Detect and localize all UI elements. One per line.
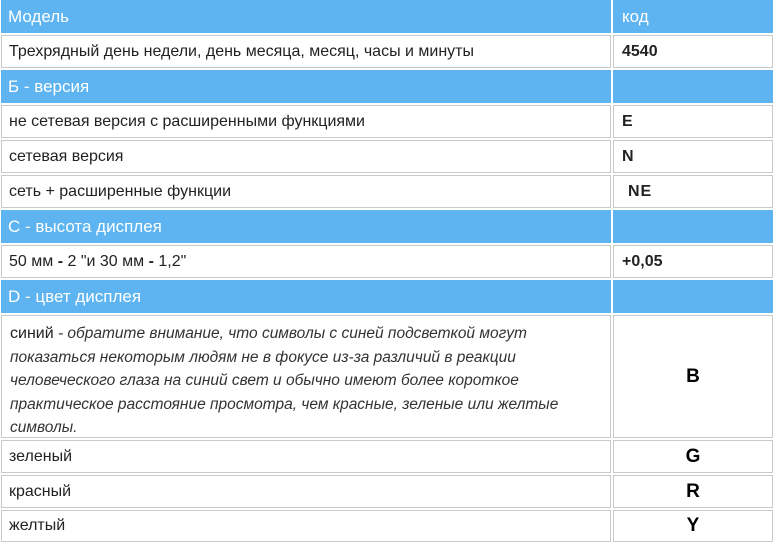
height-label-c: 1,2" [158,252,187,270]
height-label-a: 50 мм [9,252,54,270]
section-d-code-blank [613,280,773,313]
color-label-red: красный [1,475,611,508]
header-model: Модель [1,0,611,33]
height-code: +0,05 [613,245,773,278]
header-code: код [613,0,773,33]
section-d-title: D - цвет дисплея [1,280,611,313]
height-sep-a: - [53,252,68,270]
color-label-yellow: желтый [1,510,611,542]
model-label: Трехрядный день недели, день месяца, мес… [1,35,611,68]
version-label-e: не сетевая версия с расширенными функция… [1,105,611,138]
section-b-code-blank [613,70,773,103]
model-code: 4540 [613,35,773,68]
section-c-code-blank [613,210,773,243]
color-blue-label: синий [10,325,54,342]
color-code-r: R [613,475,773,508]
color-label-green: зеленый [1,440,611,473]
section-c-title: С - высота дисплея [1,210,611,243]
color-code-y: Y [613,510,773,542]
height-label-b: 2 "и 30 мм [67,252,145,270]
spec-table: Модель код Трехрядный день недели, день … [0,0,774,549]
version-code-ne: NE [613,175,773,208]
color-blue-note: - обратите внимание, что символы с синей… [10,325,559,436]
height-sep-b: - [144,252,159,270]
color-code-b: B [613,315,773,438]
version-label-ne: сеть + расширенные функции [1,175,611,208]
height-label: 50 мм - 2 "и 30 мм - 1,2" [1,245,611,278]
color-blue-description: синий - обратите внимание, что символы с… [1,315,611,438]
section-b-title: Б - версия [1,70,611,103]
version-label-n: сетевая версия [1,140,611,173]
color-code-g: G [613,440,773,473]
version-code-n: N [613,140,773,173]
version-code-e: E [613,105,773,138]
